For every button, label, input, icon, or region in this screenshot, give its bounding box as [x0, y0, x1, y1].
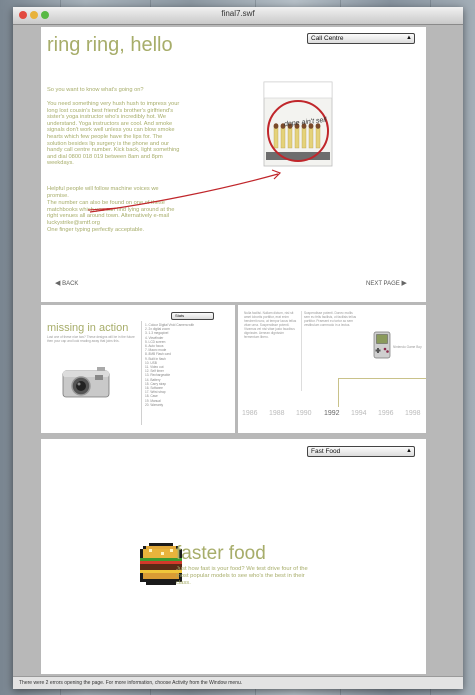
next-arrow-icon: ▶︎: [401, 280, 407, 287]
year-1986[interactable]: 1986: [242, 410, 258, 417]
year-1988[interactable]: 1988: [269, 410, 285, 417]
year-1996[interactable]: 1996: [378, 410, 394, 417]
dropdown-arrow-icon: ▲︎: [406, 35, 412, 41]
year-timeline[interactable]: 1986 1988 1990 1992 1994 1996 1998: [238, 407, 426, 421]
back-arrow-icon: ◀︎: [55, 280, 61, 287]
annotation-arrow: [87, 169, 282, 213]
section-dropdown-bottom-value: Fast Food: [311, 448, 341, 455]
next-page-label: NEXT PAGE: [366, 281, 400, 287]
page-title: ring ring, hello: [47, 34, 173, 56]
year-1990[interactable]: 1990: [296, 410, 312, 417]
faster-food-body: Just how fast is your food? We test driv…: [176, 566, 308, 586]
missing-in-action-caption: Lost one of these nice two? These design…: [47, 335, 135, 343]
year-1992-active[interactable]: 1992: [324, 410, 340, 417]
title-bar[interactable]: final7.swf: [13, 7, 463, 25]
body-paragraph-4: One finger typing perfectly acceptable.: [47, 227, 145, 233]
missing-in-action-heading: missing in action: [47, 322, 129, 334]
feature-list: 1. Colour Digital Vivid Camera with 2. 2…: [145, 323, 225, 407]
timeline-connector: [338, 378, 426, 379]
timeline-marker: [338, 378, 339, 407]
section-dropdown-value: Call Centre: [311, 35, 344, 42]
window-title: final7.swf: [221, 9, 255, 18]
column-divider: [141, 321, 142, 425]
year-1998[interactable]: 1998: [405, 410, 421, 417]
dropdown-arrow-icon: ▲︎: [406, 448, 412, 454]
device-caption: Nintendo Game Boy: [393, 345, 422, 349]
timeline-panel: Nulla facilisi. Nullam dictum, nisl sit …: [238, 305, 426, 433]
stats-dropdown-value: Stats: [175, 313, 185, 318]
game-boy-image: [373, 331, 391, 359]
section-dropdown[interactable]: Call Centre ▲︎: [307, 33, 415, 44]
list-item: 20. Warranty: [145, 402, 164, 407]
back-label: BACK: [62, 281, 79, 287]
year-1994[interactable]: 1994: [351, 410, 367, 417]
back-button[interactable]: ◀︎ BACK: [55, 279, 78, 287]
timeline-text-col1: Nulla facilisi. Nullam dictum, nisl sit …: [244, 311, 297, 339]
body-paragraph-1: You need something very hush hush to imp…: [47, 101, 180, 167]
column-divider: [301, 311, 302, 391]
faster-food-heading: faster food: [176, 543, 266, 564]
timeline-text-col2: Suspendisse potenti. Donec mollis sem eu…: [304, 311, 357, 327]
intro-text: So you want to know what's going on?: [47, 87, 144, 93]
status-bar: There were 2 errors opening the page. Fo…: [13, 676, 463, 689]
stats-dropdown[interactable]: Stats: [171, 312, 214, 320]
next-page-button[interactable]: NEXT PAGE ▶︎: [366, 279, 407, 287]
digital-camera-image: [62, 367, 110, 398]
missing-in-action-panel: Stats missing in action Lost one of thes…: [41, 305, 235, 433]
section-dropdown-bottom[interactable]: Fast Food ▲︎: [307, 446, 415, 457]
